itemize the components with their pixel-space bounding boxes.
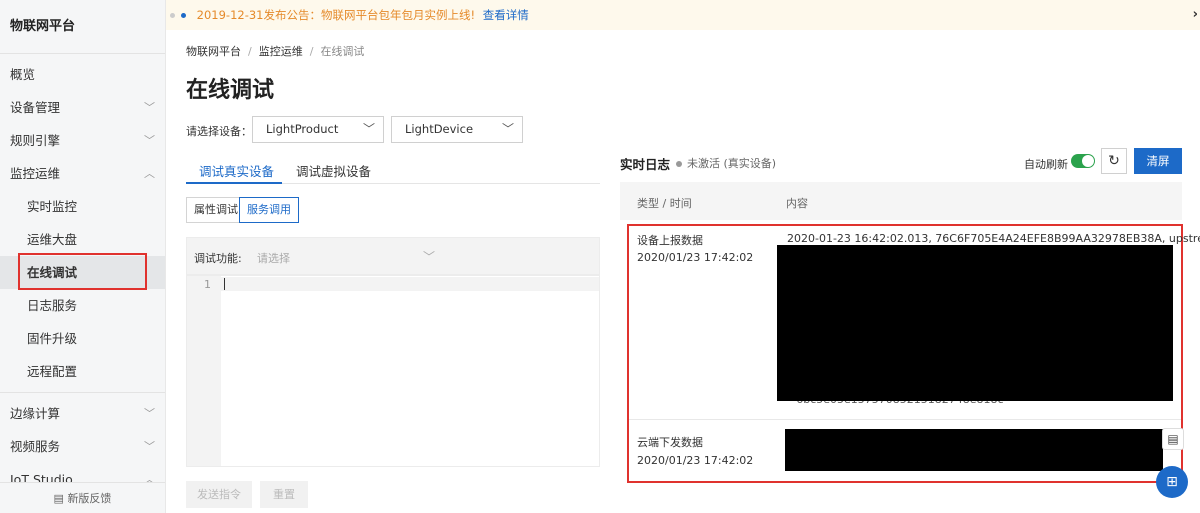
chevron-up-icon: ︿ [144, 167, 155, 180]
carousel-dot[interactable] [170, 13, 175, 18]
sidebar-item-iot-studio[interactable]: IoT Studio ︿ [0, 463, 165, 482]
carousel-dot-active[interactable] [181, 13, 186, 18]
log-content: 2020-01-23 16:42:02.013, 76C6F705E4A24EF… [787, 232, 1200, 245]
sidebar-item-label: 监控运维 [10, 166, 61, 181]
code-editor[interactable]: 1 [186, 275, 600, 467]
breadcrumb-item[interactable]: 物联网平台 [186, 45, 241, 58]
sidebar: 物联网平台 概览 设备管理 ﹀ 规则引擎 ﹀ 监控运维 ︿ 实时监控 运维大盘 在线调… [0, 0, 166, 513]
reset-button[interactable]: 重置 [260, 481, 308, 508]
tab-indicator [186, 182, 282, 184]
annotation-highlight-box [18, 253, 147, 290]
announcement-bar: 2019-12-31发布公告：物联网平台包年包月实例上线! 查看详情 › [166, 0, 1200, 30]
refresh-icon: ↻ [1108, 153, 1120, 169]
apps-grid-icon[interactable]: ⊞ [1156, 466, 1188, 498]
debug-function-placeholder: 请选择 [257, 252, 290, 265]
send-command-button[interactable]: 发送指令 [186, 481, 252, 508]
active-line [221, 277, 599, 291]
auto-refresh-label: 自动刷新 [1024, 158, 1068, 171]
breadcrumb-current: 在线调试 [320, 45, 365, 58]
log-time: 2020/01/23 17:42:02 [637, 251, 754, 264]
log-type: 云端下发数据 [637, 436, 703, 449]
sidebar-item-video-service[interactable]: 视频服务 ﹀ [0, 430, 165, 463]
device-select-value: LightDevice [405, 122, 474, 136]
toggle-knob [1082, 155, 1094, 167]
tab-virtual-device[interactable]: 调试虚拟设备 [296, 161, 371, 180]
breadcrumb: 物联网平台 / 监控运维 / 在线调试 [186, 45, 365, 58]
chevron-up-icon: ︿ [144, 473, 155, 482]
text-cursor [224, 278, 225, 290]
device-status-text: 未激活 (真实设备) [687, 157, 777, 170]
announcement-text: 2019-12-31发布公告：物联网平台包年包月实例上线! [196, 8, 476, 22]
sidebar-item-device-management[interactable]: 设备管理 ﹀ [0, 91, 165, 124]
log-table-header: 类型 / 时间 内容 [620, 182, 1182, 220]
debug-function-select[interactable]: 请选择 ﹀ [243, 244, 443, 269]
sidebar-item-realtime-monitor[interactable]: 实时监控 [0, 190, 165, 223]
status-dot-icon [676, 161, 682, 167]
product-select-value: LightProduct [266, 122, 339, 136]
realtime-log-title: 实时日志 [620, 157, 671, 172]
column-header-type-time: 类型 / 时间 [637, 197, 692, 210]
log-type: 设备上报数据 [637, 234, 703, 247]
sidebar-item-label: 设备管理 [10, 100, 61, 115]
sidebar-item-log-service[interactable]: 日志服务 [0, 289, 165, 322]
sidebar-item-ops-dashboard[interactable]: 运维大盘 [0, 223, 165, 256]
chevron-down-icon: ﹀ [362, 122, 375, 136]
row-divider [629, 419, 1181, 420]
chevron-right-icon[interactable]: › [1193, 0, 1198, 30]
sidebar-item-label: 边缘计算 [10, 406, 61, 421]
chevron-down-icon: ﹀ [144, 134, 155, 147]
chevron-down-icon: ﹀ [501, 122, 514, 136]
chevron-down-icon: ﹀ [422, 250, 435, 264]
redaction-mask [785, 429, 1163, 471]
debug-function-label: 调试功能: [194, 252, 242, 265]
sidebar-item-overview[interactable]: 概览 [0, 58, 165, 91]
sidebar-item-label: 概览 [10, 67, 36, 82]
sidebar-item-label: IoT Studio [10, 472, 73, 482]
sidebar-title: 物联网平台 [0, 0, 165, 54]
announcement-link[interactable]: 查看详情 [483, 8, 529, 22]
column-header-content: 内容 [786, 197, 808, 210]
chevron-down-icon: ﹀ [144, 101, 155, 114]
product-select[interactable]: LightProduct ﹀ [252, 116, 384, 143]
service-call-button[interactable]: 服务调用 [239, 197, 299, 223]
feedback-icon: ▤ [53, 492, 68, 505]
redaction-mask [777, 245, 1173, 401]
feedback-label: 新版反馈 [67, 492, 112, 505]
chevron-down-icon: ﹀ [144, 407, 155, 420]
feedback-button[interactable]: ▤ 新版反馈 [0, 482, 165, 513]
sidebar-item-label: 视频服务 [10, 439, 61, 454]
debug-function-row: 调试功能: 请选择 ﹀ [186, 237, 600, 275]
sidebar-divider [0, 392, 165, 393]
sidebar-item-edge-computing[interactable]: 边缘计算 ﹀ [0, 397, 165, 430]
sidebar-item-remote-config[interactable]: 远程配置 [0, 355, 165, 388]
tab-real-device[interactable]: 调试真实设备 [199, 161, 274, 180]
breadcrumb-item[interactable]: 监控运维 [259, 45, 303, 58]
chevron-down-icon: ﹀ [144, 440, 155, 453]
debug-tabs: 调试真实设备 调试虚拟设备 [186, 158, 600, 184]
clear-log-button[interactable]: 清屏 [1134, 148, 1182, 174]
refresh-button[interactable]: ↻ [1101, 148, 1127, 174]
sidebar-item-monitoring[interactable]: 监控运维 ︿ [0, 157, 165, 190]
chat-icon[interactable]: ▤ [1162, 428, 1184, 450]
sidebar-item-label: 规则引擎 [10, 133, 61, 148]
property-debug-button[interactable]: 属性调试 [186, 197, 246, 223]
auto-refresh-toggle[interactable] [1071, 154, 1095, 168]
page-title: 在线调试 [186, 78, 275, 103]
log-table-body: 设备上报数据 2020/01/23 17:42:02 2020-01-23 16… [627, 224, 1200, 483]
device-status: 未激活 (真实设备) [676, 155, 776, 171]
log-time: 2020/01/23 17:42:02 [637, 454, 754, 467]
sidebar-item-firmware-upgrade[interactable]: 固件升级 [0, 322, 165, 355]
sidebar-item-rule-engine[interactable]: 规则引擎 ﹀ [0, 124, 165, 157]
device-select[interactable]: LightDevice ﹀ [391, 116, 523, 143]
device-select-label: 请选择设备： [186, 125, 252, 138]
line-number: 1 [204, 278, 211, 291]
editor-gutter: 1 [187, 276, 221, 466]
